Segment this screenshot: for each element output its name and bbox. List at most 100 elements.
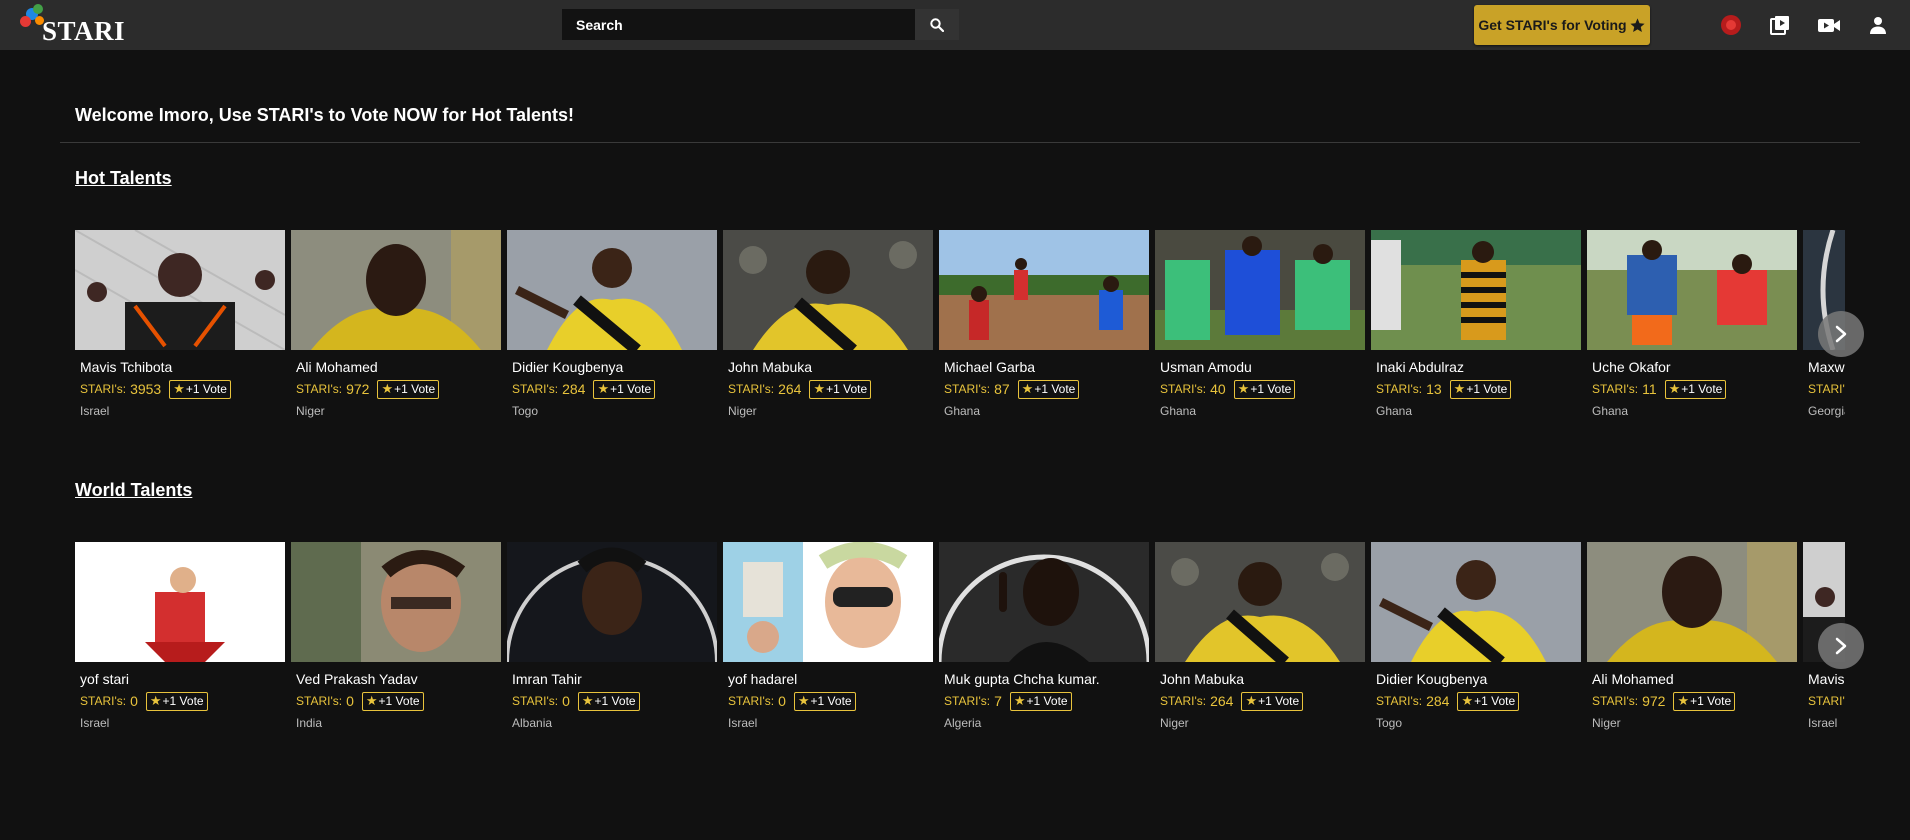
talent-card[interactable]: John Mabuka STARI's: 264 ★ +1 Vote Niger bbox=[1155, 542, 1365, 742]
vote-button[interactable]: ★ +1 Vote bbox=[1449, 379, 1512, 399]
stari-count: STARI's: bbox=[1808, 691, 1845, 711]
talent-card[interactable]: Usman Amodu STARI's: 40 ★ +1 Vote Ghana bbox=[1155, 230, 1365, 430]
vote-button[interactable]: ★ +1 Vote bbox=[1673, 691, 1736, 711]
star-icon: ★ bbox=[365, 693, 378, 708]
stari-label: STARI's: bbox=[80, 382, 127, 396]
search-input[interactable] bbox=[562, 9, 915, 40]
vote-button[interactable]: ★ +1 Vote bbox=[1233, 379, 1296, 399]
vote-button[interactable]: ★ +1 Vote bbox=[1241, 691, 1304, 711]
talent-country: Georgia bbox=[1808, 404, 1845, 418]
hot-talents-carousel: Mavis Tchibota STARI's: 3953 ★ +1 Vote Is… bbox=[75, 230, 1845, 430]
talent-card[interactable]: yof hadarel STARI's: 0 ★ +1 Vote Israel bbox=[723, 542, 933, 742]
vote-button[interactable]: ★ +1 Vote bbox=[169, 379, 231, 399]
vote-button[interactable]: ★ +1 Vote bbox=[793, 691, 856, 711]
talent-name: Ali Mohamed bbox=[1592, 671, 1674, 687]
talent-name: Imran Tahir bbox=[512, 671, 582, 687]
hot-talents-next-button[interactable] bbox=[1818, 311, 1864, 357]
vote-label: +1 Vote bbox=[1250, 382, 1292, 396]
talent-card[interactable]: John Mabuka STARI's: 264 ★ +1 Vote Niger bbox=[723, 230, 933, 430]
star-icon bbox=[1630, 17, 1645, 32]
talent-photo bbox=[75, 230, 285, 350]
video-camera-icon[interactable] bbox=[1817, 13, 1841, 37]
vote-button[interactable]: ★ +1 Vote bbox=[377, 379, 440, 399]
stari-count: STARI's: 284 ★ +1 Vote bbox=[1376, 691, 1520, 711]
star-icon: ★ bbox=[597, 381, 610, 396]
talent-name: yof hadarel bbox=[728, 671, 798, 687]
talent-photo bbox=[723, 542, 933, 662]
star-icon: ★ bbox=[381, 381, 394, 396]
stari-value: 40 bbox=[1210, 381, 1226, 397]
star-icon: ★ bbox=[797, 693, 810, 708]
talent-card[interactable]: yof stari STARI's: 0 ★ +1 Vote Israel bbox=[75, 542, 285, 742]
star-icon: ★ bbox=[1013, 693, 1026, 708]
talent-name: Usman Amodu bbox=[1160, 359, 1252, 375]
vote-label: +1 Vote bbox=[1690, 694, 1732, 708]
talent-card[interactable]: Ali Mohamed STARI's: 972 ★ +1 Vote Niger bbox=[291, 230, 501, 430]
talent-country: Ghana bbox=[1160, 404, 1197, 418]
talent-card[interactable]: Ali Mohamed STARI's: 972 ★ +1 Vote Niger bbox=[1587, 542, 1797, 742]
talent-card[interactable]: Didier Kougbenya STARI's: 284 ★ +1 Vote T… bbox=[1371, 542, 1581, 742]
talent-name: Inaki Abdulraz bbox=[1376, 359, 1464, 375]
star-icon: ★ bbox=[1245, 693, 1258, 708]
chevron-right-icon bbox=[1835, 637, 1847, 655]
talent-name: John Mabuka bbox=[728, 359, 813, 375]
stari-value: 0 bbox=[346, 693, 354, 709]
talent-country: Niger bbox=[296, 404, 325, 418]
stari-logo[interactable]: STARI bbox=[20, 4, 130, 46]
vote-button[interactable]: ★ +1 Vote bbox=[1457, 691, 1520, 711]
world-talents-next-button[interactable] bbox=[1818, 623, 1864, 669]
talent-name: John Mabuka bbox=[1160, 671, 1245, 687]
stari-count: STARI's: 87 ★ +1 Vote bbox=[944, 379, 1080, 399]
vote-button[interactable]: ★ +1 Vote bbox=[577, 691, 640, 711]
stari-label: STARI's: bbox=[1808, 694, 1845, 708]
talent-card[interactable]: Mavis Tchibota STARI's: 3953 ★ +1 Vote Is… bbox=[75, 230, 285, 430]
star-icon: ★ bbox=[581, 693, 594, 708]
vote-button[interactable]: ★ +1 Vote bbox=[361, 691, 424, 711]
vote-button[interactable]: ★ +1 Vote bbox=[145, 691, 208, 711]
hot-talents-title[interactable]: Hot Talents bbox=[75, 168, 172, 189]
vote-button[interactable]: ★ +1 Vote bbox=[1009, 691, 1072, 711]
stari-label: STARI's: bbox=[1592, 694, 1639, 708]
video-library-icon[interactable] bbox=[1768, 13, 1792, 37]
talent-photo bbox=[291, 542, 501, 662]
stari-label: STARI's: bbox=[1160, 382, 1207, 396]
stari-label: STARI's: bbox=[80, 694, 127, 708]
vote-label: +1 Vote bbox=[1026, 694, 1068, 708]
talent-photo bbox=[507, 230, 717, 350]
stari-value: 284 bbox=[562, 381, 586, 397]
search-button[interactable] bbox=[915, 9, 959, 40]
vote-label: +1 Vote bbox=[185, 382, 227, 396]
vote-button[interactable]: ★ +1 Vote bbox=[593, 379, 656, 399]
vote-button[interactable]: ★ +1 Vote bbox=[1017, 379, 1080, 399]
talent-card[interactable]: Ved Prakash Yadav STARI's: 0 ★ +1 Vote In… bbox=[291, 542, 501, 742]
talent-card[interactable]: Inaki Abdulraz STARI's: 13 ★ +1 Vote Ghan… bbox=[1371, 230, 1581, 430]
stari-count: STARI's: 40 ★ +1 Vote bbox=[1160, 379, 1296, 399]
talent-photo bbox=[723, 230, 933, 350]
stari-count: STARI's: 0 ★ +1 Vote bbox=[728, 691, 856, 711]
stari-count: STARI's: 0 ★ +1 Vote bbox=[296, 691, 424, 711]
talent-country: Niger bbox=[728, 404, 757, 418]
get-staris-button[interactable]: Get STARI's for Voting bbox=[1474, 5, 1650, 45]
stari-value: 0 bbox=[562, 693, 570, 709]
talent-country: Israel bbox=[80, 404, 110, 418]
talent-name: Maxwe bbox=[1808, 359, 1845, 375]
star-icon: ★ bbox=[149, 693, 162, 708]
stari-count: STARI's: 3953 ★ +1 Vote bbox=[80, 379, 231, 399]
live-record-icon[interactable] bbox=[1719, 13, 1743, 37]
talent-card[interactable]: Muk gupta Chcha kumar. STARI's: 7 ★ +1 Vo… bbox=[939, 542, 1149, 742]
vote-button[interactable]: ★ +1 Vote bbox=[809, 379, 872, 399]
talent-card[interactable]: Didier Kougbenya STARI's: 284 ★ +1 Vote T… bbox=[507, 230, 717, 430]
vote-button[interactable]: ★ +1 Vote bbox=[1664, 379, 1727, 399]
user-icon[interactable] bbox=[1866, 13, 1890, 37]
talent-card[interactable]: Imran Tahir STARI's: 0 ★ +1 Vote Albania bbox=[507, 542, 717, 742]
world-talents-title[interactable]: World Talents bbox=[75, 480, 192, 501]
stari-label: STARI's: bbox=[944, 694, 991, 708]
talent-card[interactable]: Uche Okafor STARI's: 11 ★ +1 Vote Ghana bbox=[1587, 230, 1797, 430]
talent-name: Ali Mohamed bbox=[296, 359, 378, 375]
talent-card[interactable]: Michael Garba STARI's: 87 ★ +1 Vote Ghana bbox=[939, 230, 1149, 430]
vote-label: +1 Vote bbox=[1034, 382, 1076, 396]
star-icon: ★ bbox=[1668, 381, 1681, 396]
talent-name: Mavis Tchibota bbox=[80, 359, 173, 375]
stari-count: STARI's: 13 ★ +1 Vote bbox=[1376, 379, 1512, 399]
search-icon bbox=[930, 17, 944, 32]
